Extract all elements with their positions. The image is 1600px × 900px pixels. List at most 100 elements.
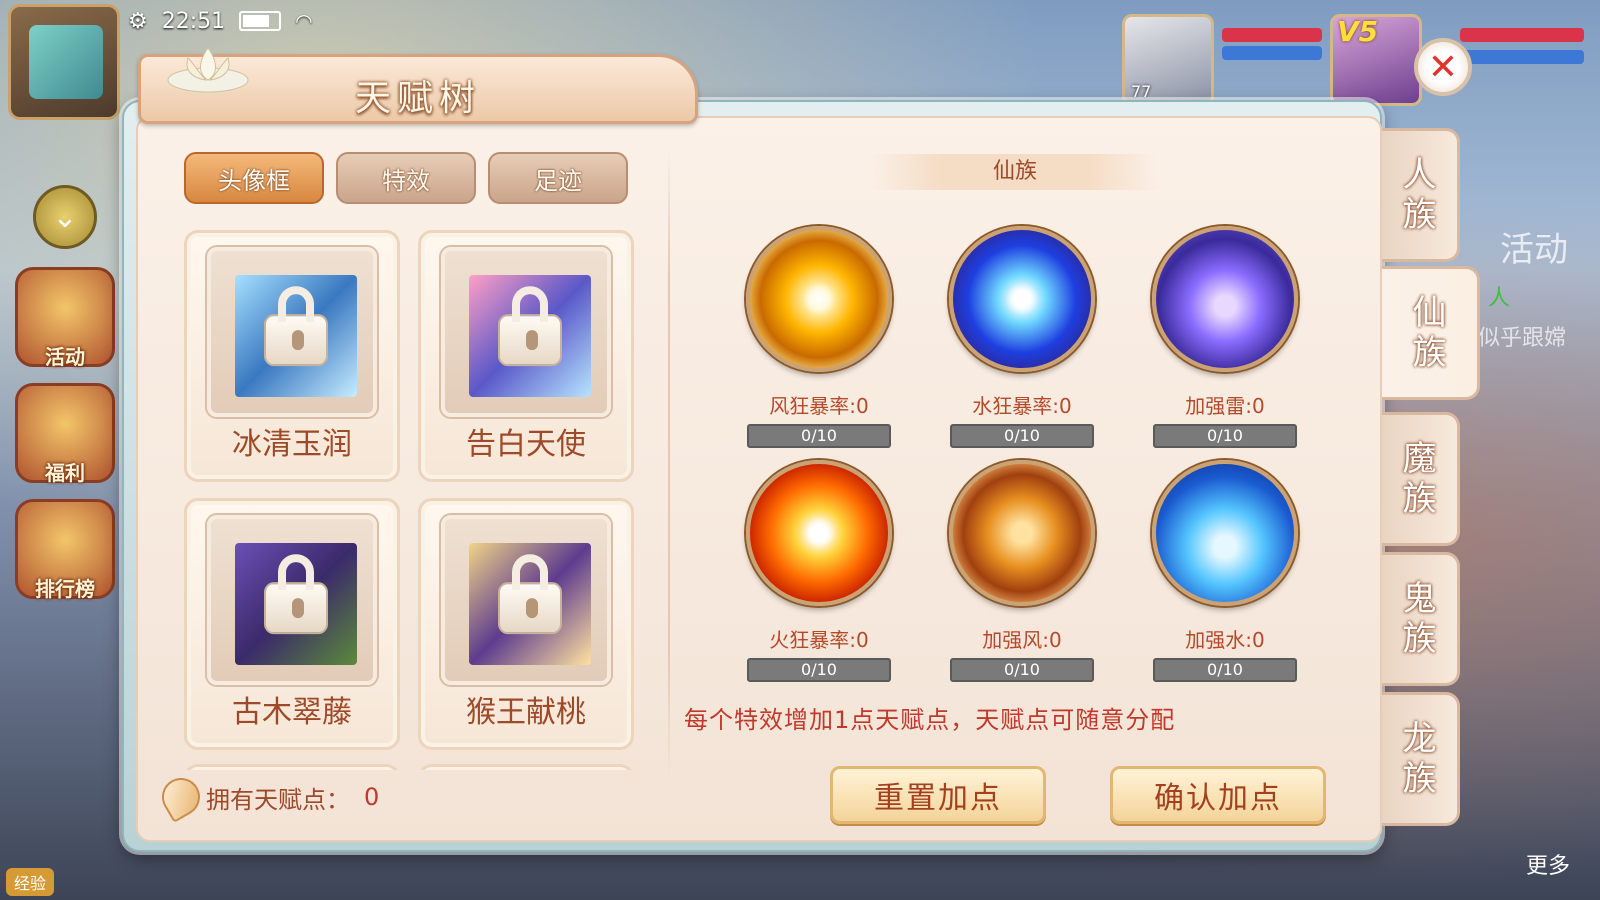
frame-preview-image xyxy=(235,275,357,397)
frame-slot xyxy=(441,515,611,685)
race-tab-human[interactable]: 人 族 xyxy=(1382,128,1460,262)
race-tab-char: 族 xyxy=(1402,619,1437,659)
lock-icon xyxy=(264,554,328,635)
frame-card-vine[interactable]: 古木翠藤 xyxy=(184,498,400,750)
race-tab-char: 龙 xyxy=(1402,719,1437,759)
settings-gear-icon[interactable]: ⚙ xyxy=(128,9,148,34)
frame-card-partial[interactable] xyxy=(418,764,634,770)
pet-hp-bar xyxy=(1222,28,1322,42)
lotus-ornament-icon xyxy=(167,47,249,93)
race-header: 仙族 xyxy=(870,154,1160,190)
map-icon xyxy=(29,25,103,99)
tab-footprints[interactable]: 足迹 xyxy=(488,152,628,204)
race-tab-ghost[interactable]: 鬼 族 xyxy=(1382,552,1460,686)
water-boost-orb-icon[interactable] xyxy=(1152,460,1298,606)
background-activity-text: 活动 xyxy=(1500,230,1568,270)
skill-label: 加强风:0 xyxy=(982,628,1062,652)
skill-label: 加强水:0 xyxy=(1185,628,1265,652)
thunder-boost-orb-icon[interactable] xyxy=(1152,226,1298,372)
frame-card-angel[interactable]: 告白天使 xyxy=(418,230,634,482)
talent-hint-text: 每个特效增加1点天赋点，天赋点可随意分配 xyxy=(684,706,1176,734)
player-avatar[interactable]: V5 xyxy=(1330,14,1422,106)
category-tabs: 头像框 特效 足迹 xyxy=(184,152,628,204)
frame-name: 告白天使 xyxy=(466,427,586,462)
frame-list: 冰清玉润 告白天使 古木翠藤 猴王献桃 xyxy=(184,230,644,770)
frame-card-ice[interactable]: 冰清玉润 xyxy=(184,230,400,482)
chevron-down-icon: ⌄ xyxy=(52,199,78,235)
race-tab-dragon[interactable]: 龙 族 xyxy=(1382,692,1460,826)
activity-button[interactable]: 活动 xyxy=(15,267,115,369)
status-bar: ⚙ 22:51 ◠ xyxy=(128,4,313,38)
skill-label: 加强雷:0 xyxy=(1185,394,1265,418)
skill-water-boost[interactable]: 加强水:0 0/10 xyxy=(1150,460,1300,682)
skill-fire-crit[interactable]: 火狂暴率:0 0/10 xyxy=(744,460,894,682)
talent-points-label: 拥有天赋点： xyxy=(206,785,350,814)
player-mp-bar xyxy=(1460,50,1584,64)
welfare-label: 福利 xyxy=(45,461,85,485)
ranking-button[interactable]: 排行榜 xyxy=(15,499,115,601)
ranking-label: 排行榜 xyxy=(35,577,95,601)
tab-avatar-frame[interactable]: 头像框 xyxy=(184,152,324,204)
fire-crit-orb-icon[interactable] xyxy=(746,460,892,606)
frame-preview-image xyxy=(235,543,357,665)
skill-progress-bar: 0/10 xyxy=(747,424,891,448)
battery-icon xyxy=(239,11,282,31)
player-hp-bar xyxy=(1460,28,1584,42)
feather-icon xyxy=(155,771,207,823)
skill-progress-text: 0/10 xyxy=(801,426,837,445)
skill-progress-text: 0/10 xyxy=(1207,660,1243,679)
skill-thunder-boost[interactable]: 加强雷:0 0/10 xyxy=(1150,226,1300,448)
skill-progress-bar: 0/10 xyxy=(747,658,891,682)
frame-name: 猴王献桃 xyxy=(466,695,586,730)
more-label: 更多 xyxy=(1525,854,1570,879)
frame-preview-image xyxy=(469,275,591,397)
water-crit-orb-icon[interactable] xyxy=(949,226,1095,372)
clock-time: 22:51 xyxy=(161,8,226,34)
pet-level: 77 xyxy=(1131,82,1152,101)
background-chat-text: 似乎跟嫦 xyxy=(1478,326,1567,351)
skill-label: 水狂暴率:0 xyxy=(972,394,1072,418)
race-tab-demon[interactable]: 魔 族 xyxy=(1382,412,1460,546)
race-tab-char: 人 xyxy=(1402,155,1437,195)
reset-points-button[interactable]: 重置加点 xyxy=(830,766,1046,824)
race-tab-char: 族 xyxy=(1402,759,1437,799)
skill-progress-bar: 0/10 xyxy=(1153,424,1297,448)
skill-progress-text: 0/10 xyxy=(801,660,837,679)
race-tab-char: 鬼 xyxy=(1402,579,1437,619)
confirm-points-button[interactable]: 确认加点 xyxy=(1110,766,1326,824)
frame-slot xyxy=(441,247,611,417)
map-button[interactable] xyxy=(8,4,120,120)
wind-crit-orb-icon[interactable] xyxy=(746,226,892,372)
frame-slot xyxy=(207,247,377,417)
skill-label: 风狂暴率:0 xyxy=(769,394,869,418)
pet-avatar[interactable]: 77 xyxy=(1122,14,1214,106)
race-tab-immortal[interactable]: 仙 族 xyxy=(1382,266,1480,400)
close-icon: ✕ xyxy=(1427,46,1459,88)
race-tab-char: 族 xyxy=(1402,479,1437,519)
frame-card-peach[interactable]: 猴王献桃 xyxy=(418,498,634,750)
frame-slot xyxy=(207,515,377,685)
skill-wind-crit[interactable]: 风狂暴率:0 0/10 xyxy=(744,226,894,448)
exp-tag: 经验 xyxy=(6,868,55,896)
skill-progress-bar: 0/10 xyxy=(950,424,1094,448)
more-button[interactable]: 更多 xyxy=(1508,808,1588,879)
skill-progress-text: 0/10 xyxy=(1004,660,1040,679)
close-button[interactable]: ✕ xyxy=(1414,38,1472,96)
race-tab-char: 魔 xyxy=(1402,439,1437,479)
tab-effects[interactable]: 特效 xyxy=(336,152,476,204)
frame-name: 冰清玉润 xyxy=(232,427,352,462)
race-tab-char: 仙 xyxy=(1412,293,1447,333)
welfare-button[interactable]: 福利 xyxy=(15,383,115,485)
lock-icon xyxy=(498,286,562,367)
skill-progress-text: 0/10 xyxy=(1004,426,1040,445)
talent-points-value: 0 xyxy=(364,783,380,811)
frame-card-partial[interactable] xyxy=(184,764,400,770)
skill-progress-bar: 0/10 xyxy=(950,658,1094,682)
skill-wind-boost[interactable]: 加强风:0 0/10 xyxy=(947,460,1097,682)
wind-boost-orb-icon[interactable] xyxy=(949,460,1095,606)
skill-water-crit[interactable]: 水狂暴率:0 0/10 xyxy=(947,226,1097,448)
collapse-chevron-button[interactable]: ⌄ xyxy=(33,185,97,249)
frame-preview-image xyxy=(469,543,591,665)
skill-label: 火狂暴率:0 xyxy=(769,628,869,652)
talent-points-row: 拥有天赋点： 0 xyxy=(155,771,380,823)
